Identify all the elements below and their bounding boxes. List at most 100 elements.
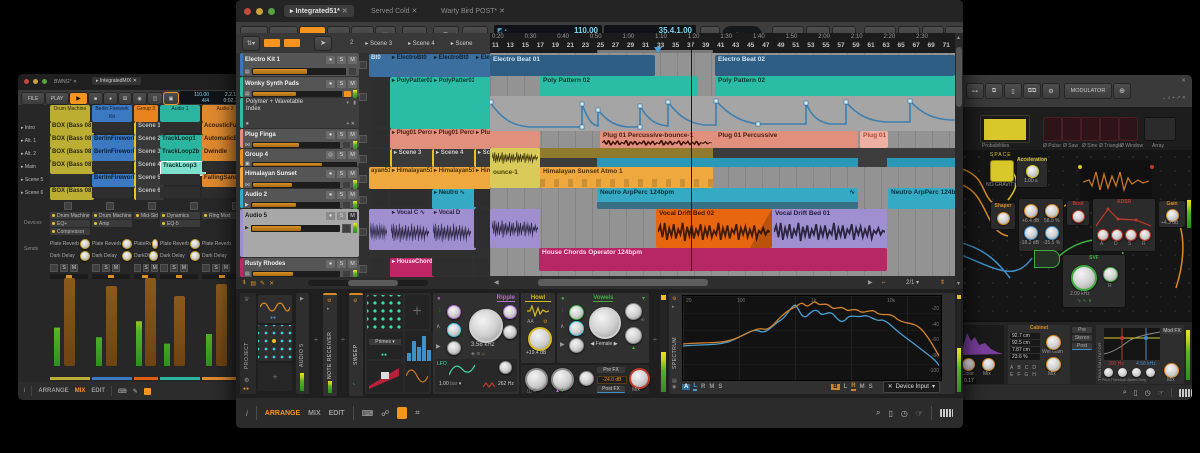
primes-dropdown[interactable]: Primes ▾ bbox=[369, 339, 401, 345]
gain-module[interactable]: Gain +4.3 dB bbox=[1158, 200, 1186, 228]
postfx-box[interactable]: Post FX bbox=[597, 386, 625, 393]
track-meter[interactable] bbox=[251, 202, 340, 208]
document-icon[interactable]: ▯ bbox=[1134, 389, 1138, 397]
launcher-clip[interactable]: Bt0 bbox=[369, 54, 392, 77]
module-array[interactable] bbox=[1144, 117, 1176, 141]
clip-indicator[interactable] bbox=[661, 295, 666, 300]
scroll-down-icon[interactable]: ▼ bbox=[956, 281, 961, 287]
clip-stop-button[interactable] bbox=[64, 202, 72, 210]
clip-poly-pattern-02-b[interactable]: Poly Pattern 02 bbox=[715, 76, 955, 96]
mute-button[interactable]: M bbox=[348, 80, 357, 88]
launcher-clip[interactable]: ▸ Himalayan51 bbox=[390, 167, 434, 189]
mix-clip[interactable]: TrackLoop1 bbox=[160, 135, 204, 148]
tab-served-cold[interactable]: Served Cold ✕ bbox=[371, 7, 417, 15]
track-group-4[interactable]: Group 4 ◎SM ▣ bbox=[240, 149, 359, 166]
clip-plug-percussive[interactable]: Plug 01 Percussive bbox=[715, 131, 858, 148]
note-io-button[interactable]: ◉ bbox=[132, 92, 147, 105]
cabinet-letters[interactable]: ABCDEFGH bbox=[1010, 365, 1040, 378]
channel-s2-button[interactable]: S bbox=[869, 384, 873, 390]
mix-clip[interactable]: BOX (Bass 08) - Ho bbox=[50, 161, 94, 174]
oscilloscope-module[interactable] bbox=[1080, 160, 1152, 202]
search-zoom-icons[interactable]: ⌄ ⌕ + ↗ ✕ bbox=[1162, 95, 1186, 101]
solo-button[interactable]: S bbox=[337, 191, 346, 199]
scroll-left-icon[interactable]: ◀ bbox=[494, 279, 499, 286]
clip-bounce-1[interactable]: ounce-1 bbox=[490, 148, 540, 188]
track-meter[interactable] bbox=[251, 225, 340, 232]
launcher-clip-empty[interactable] bbox=[390, 189, 430, 207]
mute-button[interactable]: M bbox=[348, 212, 357, 220]
scroll-handle[interactable] bbox=[538, 279, 708, 286]
mute-button[interactable]: M bbox=[348, 191, 357, 199]
scene-intro[interactable]: ▸ Intro bbox=[21, 125, 35, 131]
mix-clip[interactable]: BOX (Bass 08) - Ho bbox=[50, 187, 94, 200]
paste-button[interactable]: ▯ bbox=[1004, 83, 1022, 99]
pre-toggle[interactable]: Pre bbox=[1072, 327, 1092, 333]
device-power-icon[interactable]: ▮ bbox=[353, 100, 356, 106]
layer-button[interactable] bbox=[284, 39, 300, 47]
mix-view-toggle[interactable]: ▣ bbox=[163, 92, 179, 105]
cab-mix-knob[interactable] bbox=[1046, 357, 1061, 372]
device-panel-toggle[interactable] bbox=[397, 407, 407, 419]
playhead[interactable] bbox=[691, 33, 692, 271]
vowels-knob3[interactable] bbox=[569, 338, 584, 353]
clip-stop-button[interactable] bbox=[148, 202, 156, 210]
track-meter[interactable] bbox=[252, 182, 340, 188]
mute-button[interactable]: M bbox=[348, 151, 357, 159]
solo-button[interactable]: S bbox=[337, 212, 346, 220]
mix-clip[interactable]: BOX (Bass 08) - Ho bbox=[50, 148, 94, 161]
pan-slider[interactable] bbox=[160, 274, 198, 279]
prefx-box[interactable]: Pre FX bbox=[597, 367, 625, 373]
edit-view-button[interactable]: EDIT bbox=[91, 388, 105, 394]
draw-icon[interactable]: ✎ bbox=[260, 280, 265, 287]
arm-button[interactable] bbox=[202, 264, 210, 272]
sine-module[interactable] bbox=[405, 361, 429, 392]
launcher-clip[interactable]: ▸ PolyPatter02 bbox=[432, 77, 476, 129]
solo-button[interactable]: S bbox=[337, 56, 346, 64]
clock-icon[interactable]: ◷ bbox=[1145, 389, 1151, 397]
freq-display[interactable] bbox=[1104, 328, 1160, 360]
zoom-icon[interactable] bbox=[268, 8, 275, 15]
bool-knob[interactable] bbox=[1072, 210, 1085, 223]
cabinet-field[interactable]: 92.5 cm bbox=[1010, 340, 1040, 346]
send-knob[interactable] bbox=[80, 251, 90, 261]
device-power-dot[interactable]: ● bbox=[561, 296, 565, 302]
mod-mix-knob[interactable] bbox=[1164, 363, 1179, 378]
preset-folder-icon[interactable]: ▸ bbox=[672, 304, 675, 310]
color-knob[interactable] bbox=[962, 358, 975, 371]
svf-res-knob[interactable] bbox=[1103, 267, 1118, 282]
clip-stop-button[interactable] bbox=[190, 202, 198, 210]
preset-folder-icon[interactable]: ▸ bbox=[327, 306, 330, 312]
lfo-section[interactable]: LFO 1.00 bar ▾ 262 Hz bbox=[435, 359, 517, 392]
track-meter[interactable] bbox=[252, 162, 357, 167]
release-knob[interactable] bbox=[1139, 229, 1151, 241]
scene-header-4[interactable]: ▸ Scene 4 bbox=[408, 40, 435, 47]
mix-view-button[interactable]: MIX bbox=[308, 410, 320, 417]
stop-button[interactable]: ■ bbox=[88, 92, 103, 105]
launcher-clip[interactable]: ayan51 bbox=[369, 167, 392, 189]
clip-stop-button[interactable] bbox=[359, 228, 367, 236]
module-saw[interactable] bbox=[1062, 117, 1081, 141]
port-dot[interactable] bbox=[1150, 165, 1154, 169]
mix-view-button[interactable]: MIX bbox=[75, 388, 86, 394]
mod-dots[interactable]: ⋮ bbox=[437, 307, 442, 313]
solo-button[interactable]: S bbox=[212, 264, 220, 272]
track-wonky-synth-pads[interactable]: Wonky Synth Pads ●SM ▤ bbox=[240, 77, 359, 97]
track-rusty-rhodes[interactable]: Rusty Rhodes ●SM ▤ bbox=[240, 258, 359, 277]
close-icon[interactable] bbox=[24, 79, 29, 84]
send-knob[interactable] bbox=[80, 239, 90, 249]
device-gear-icon[interactable]: ⚙ bbox=[327, 298, 331, 304]
mixer-knob[interactable] bbox=[1045, 204, 1059, 218]
send-knob[interactable] bbox=[122, 239, 132, 249]
clip-plug-pe[interactable]: Plug 01 Pe bbox=[860, 131, 888, 148]
mix-clip[interactable]: BerlinFireworkBt1 bbox=[92, 148, 136, 161]
ripple-right-knob[interactable] bbox=[503, 305, 517, 319]
pin-button[interactable]: ⊶ bbox=[966, 83, 984, 99]
clip-plug-partial[interactable] bbox=[490, 131, 540, 148]
device-chip[interactable]: EQ+ bbox=[50, 220, 90, 227]
channel-s-button[interactable]: S bbox=[718, 384, 722, 390]
track-meter[interactable] bbox=[252, 91, 342, 97]
channel-r2-button[interactable]: R bbox=[851, 383, 855, 391]
modfx-box[interactable]: Mod FX bbox=[1162, 328, 1182, 334]
volume-fader[interactable] bbox=[174, 296, 185, 366]
file-button[interactable]: FILE bbox=[21, 92, 45, 105]
